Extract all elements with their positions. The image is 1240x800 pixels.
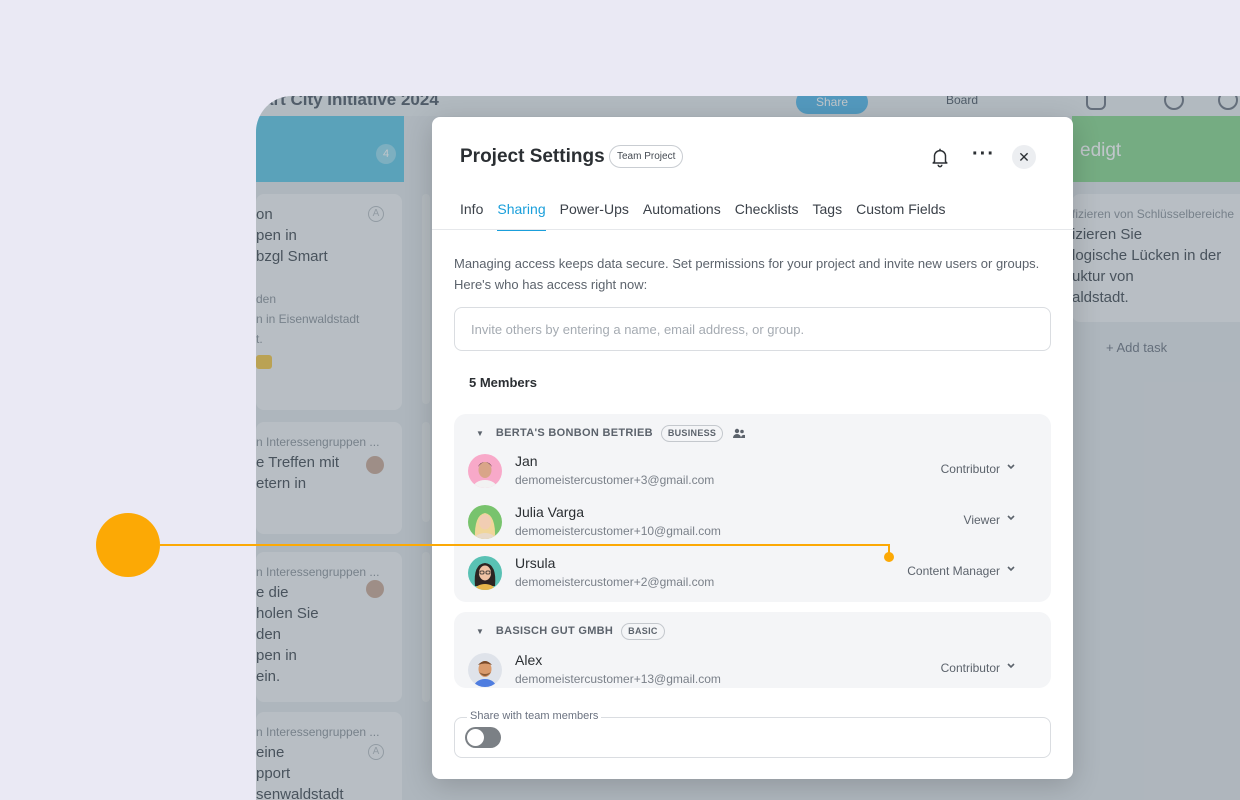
member-row: Julia Varga demomeistercustomer+10@gmail… — [468, 501, 1038, 543]
group-header[interactable]: ▼ BASISCH GUT GMBH BASIC — [476, 622, 665, 640]
invite-input[interactable] — [454, 307, 1051, 351]
tab-divider — [432, 229, 1073, 230]
more-icon[interactable]: ··· — [972, 144, 995, 164]
caret-down-icon[interactable]: ▼ — [476, 429, 484, 438]
role-dropdown[interactable]: Viewer — [964, 513, 1000, 527]
member-name: Alex — [515, 652, 543, 668]
sharing-description: Managing access keeps data secure. Set p… — [454, 256, 1040, 292]
plan-badge: BUSINESS — [660, 424, 724, 442]
tab-custom-fields[interactable]: Custom Fields — [856, 201, 945, 229]
close-icon[interactable]: ✕ — [1012, 145, 1036, 169]
members-count: 5 Members — [469, 375, 537, 390]
modal-title: Project Settings — [460, 146, 605, 167]
callout-marker — [96, 513, 160, 577]
member-email: demomeistercustomer+3@gmail.com — [515, 473, 715, 487]
role-dropdown[interactable]: Content Manager — [907, 564, 1000, 578]
avatar — [468, 505, 502, 539]
member-row: Jan demomeistercustomer+3@gmail.com Cont… — [468, 450, 1038, 492]
tab-sharing[interactable]: Sharing — [497, 201, 546, 231]
tab-automations[interactable]: Automations — [643, 201, 721, 229]
member-email: demomeistercustomer+10@gmail.com — [515, 524, 721, 538]
member-row: Ursula demomeistercustomer+2@gmail.com C… — [468, 552, 1038, 594]
group-header[interactable]: ▼ BERTA'S BONBON BETRIEB BUSINESS — [476, 424, 746, 442]
tab-power-ups[interactable]: Power-Ups — [560, 201, 629, 229]
group-name: BASISCH GUT GMBH — [495, 625, 614, 637]
member-name: Ursula — [515, 555, 556, 571]
project-type-badge: Team Project — [609, 145, 684, 168]
member-group: ▼ BASISCH GUT GMBH BASIC Alex demomeiste… — [454, 612, 1051, 688]
avatar — [468, 454, 502, 488]
tab-tags[interactable]: Tags — [813, 201, 843, 229]
member-email: demomeistercustomer+13@gmail.com — [515, 672, 721, 686]
member-name: Julia Varga — [515, 504, 585, 520]
bell-icon[interactable] — [929, 146, 951, 168]
role-dropdown[interactable]: Contributor — [941, 661, 1000, 675]
member-email: demomeistercustomer+2@gmail.com — [515, 575, 715, 589]
avatar — [468, 653, 502, 687]
caret-down-icon[interactable]: ▼ — [476, 627, 484, 636]
member-row: Alex demomeistercustomer+13@gmail.com Co… — [468, 649, 1038, 688]
project-settings-modal: Project Settings Team Project ··· ✕ Info… — [432, 117, 1073, 779]
member-group: ▼ BERTA'S BONBON BETRIEB BUSINESS Jan de… — [454, 414, 1051, 602]
member-name: Jan — [515, 453, 538, 469]
share-team-label: Share with team members — [467, 710, 602, 722]
avatar — [468, 556, 502, 590]
settings-tabs: Info Sharing Power-Ups Automations Checklist… — [460, 201, 960, 231]
tab-checklists[interactable]: Checklists — [735, 201, 799, 229]
tab-info[interactable]: Info — [460, 201, 483, 229]
chevron-down-icon[interactable] — [1006, 461, 1016, 471]
toggle-knob — [467, 729, 484, 746]
callout-line — [160, 544, 889, 546]
group-name: BERTA'S BONBON BETRIEB — [495, 427, 653, 439]
plan-badge: BASIC — [621, 622, 665, 640]
chevron-down-icon[interactable] — [1006, 660, 1016, 670]
people-icon — [733, 428, 746, 438]
chevron-down-icon[interactable] — [1006, 512, 1016, 522]
share-team-toggle[interactable] — [465, 727, 501, 748]
chevron-down-icon[interactable] — [1006, 563, 1016, 573]
role-dropdown[interactable]: Contributor — [941, 462, 1000, 476]
callout-endpoint — [884, 552, 894, 562]
share-team-field: Share with team members — [454, 710, 1051, 758]
